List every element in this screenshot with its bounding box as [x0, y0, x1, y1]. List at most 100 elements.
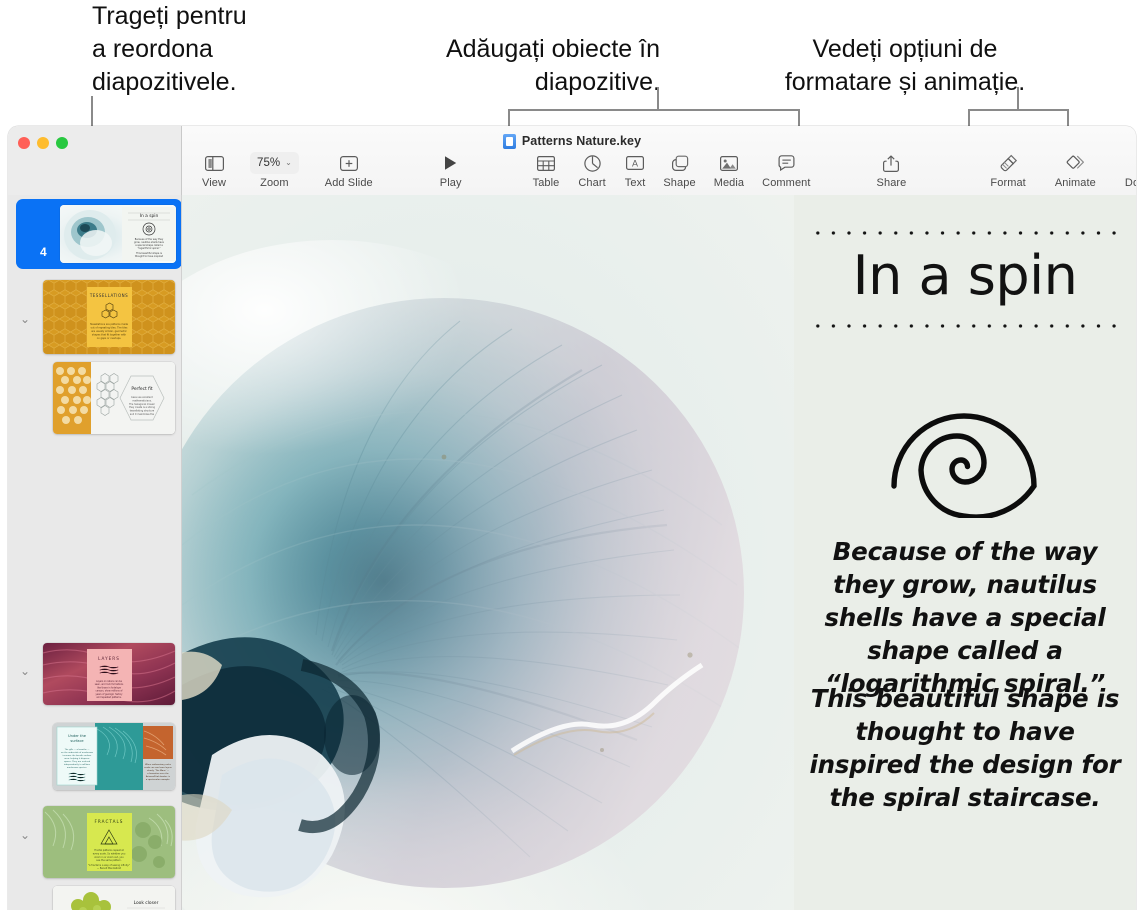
toolbar-label-format: Format [990, 177, 1025, 189]
document-title: Patterns Nature.key [522, 134, 641, 148]
animate-diamonds-icon [1065, 152, 1086, 174]
chart-pie-icon [584, 152, 601, 174]
slide-thumbnail-10[interactable]: Look closer Romanesco broccoli is found … [53, 886, 175, 910]
slide-thumbnail-selected-frame[interactable]: In a spin Because of the way they grow, … [16, 199, 182, 269]
svg-text:a spectacular example.: a spectacular example. [146, 778, 171, 781]
toolbar-label-comment: Comment [762, 177, 810, 189]
close-button[interactable] [18, 137, 30, 149]
slide-body-paragraph-2[interactable]: This beautiful shape is thought to have … [808, 682, 1122, 814]
toolbar-button-media[interactable]: Media [714, 150, 744, 189]
slide-thumbnail-7[interactable]: LAYERS Layers in nature can be seen, and… [43, 643, 175, 705]
slide-thumbnail-4[interactable]: In a spin Because of the way they grow, … [60, 205, 176, 263]
chevron-down-icon-7[interactable]: ⌄ [19, 665, 31, 677]
toolbar-label-share: Share [877, 177, 907, 189]
svg-text:clearly. 'The Wave' —: clearly. 'The Wave' — [147, 769, 169, 772]
svg-text:thought to have inspired: thought to have inspired [135, 255, 164, 258]
zoom-value: 75% [257, 157, 280, 169]
zoom-popup-button[interactable]: 75% ⌄ [250, 152, 299, 174]
toolbar-button-comment[interactable]: Comment [762, 150, 810, 189]
sidebar-icon [205, 152, 224, 174]
dotted-divider-bottom [810, 324, 1122, 328]
toolbar-button-format[interactable]: Format [990, 150, 1025, 189]
leader-bracket-right-add-objects [798, 109, 800, 127]
toolbar-label-chart: Chart [578, 177, 605, 189]
svg-text:— Benoit Mandelbrot: — Benoit Mandelbrot [97, 867, 121, 870]
toolbar-button-share[interactable]: Share [877, 150, 907, 189]
slide-navigator[interactable]: In a spin Because of the way they grow, … [8, 195, 182, 910]
toolbar-button-animate[interactable]: Animate [1055, 150, 1096, 189]
text-box-icon: A [626, 152, 644, 174]
slide-canvas[interactable]: In a spin Because of the way they grow, … [182, 195, 1136, 910]
leader-bracket-top-format-animate [968, 109, 1069, 111]
slide-title[interactable]: In a spin [794, 245, 1136, 307]
chevron-down-icon-5[interactable]: ⌄ [19, 313, 31, 325]
svg-text:on the underside of mushroom: on the underside of mushroom [61, 751, 93, 754]
svg-text:A: A [632, 158, 638, 168]
share-upload-icon [883, 152, 899, 174]
leader-bracket-left-format-animate [968, 109, 970, 127]
leader-stem-add-objects [657, 87, 659, 110]
slide-text-column[interactable]: In a spin Because of the way they grow, … [794, 195, 1136, 910]
toolbar-button-text[interactable]: A Text [625, 150, 646, 189]
svg-text:mushroom species.: mushroom species. [67, 766, 88, 769]
svg-text:FRACTALS: FRACTALS [95, 819, 124, 824]
paintbrush-icon [999, 152, 1018, 174]
dotted-divider-top [810, 231, 1122, 235]
comment-bubble-icon [778, 152, 795, 174]
keynote-document-icon [503, 134, 516, 149]
spiral-icon[interactable] [794, 375, 1136, 520]
svg-text:no gaps or overlaps.: no gaps or overlaps. [97, 337, 122, 340]
toolbar-label-zoom: Zoom [260, 177, 289, 189]
svg-text:The gills — a breathe —: The gills — a breathe — [65, 748, 90, 751]
svg-text:spores. They are evolved: spores. They are evolved [64, 760, 91, 763]
toolbar-button-play[interactable]: Play [440, 150, 462, 189]
toolbar-button-add-slide[interactable]: Add Slide [325, 150, 373, 189]
plus-box-icon [340, 152, 358, 174]
svg-text:LAYERS: LAYERS [98, 656, 120, 661]
svg-text:Look closer: Look closer [134, 900, 159, 906]
leader-stem-format-animate [1017, 87, 1019, 110]
svg-text:and repeated patterns.: and repeated patterns. [96, 696, 122, 699]
leader-bracket-right-format-animate [1067, 109, 1069, 127]
chevron-down-icon: ⌄ [285, 159, 292, 167]
nautilus-shell-photo[interactable] [182, 195, 794, 910]
toolbar-zoom-control[interactable]: 75% ⌄ Zoom [250, 150, 299, 189]
toolbar-button-chart[interactable]: Chart [578, 150, 605, 189]
leader-bracket-top-add-objects [508, 109, 800, 111]
minimize-button[interactable] [37, 137, 49, 149]
titlebar-sidebar-region [8, 126, 182, 195]
svg-text:erode, we can learn layers: erode, we can learn layers [144, 766, 172, 769]
window-titlebar[interactable]: Patterns Nature.key View 75% ⌄ [8, 126, 1136, 195]
toolbar-label-view: View [202, 177, 226, 189]
content-area: In a spin Because of the way they grow, … [8, 195, 1136, 910]
toolbar-label-animate: Animate [1055, 177, 1096, 189]
toolbar-button-document[interactable]: Document [1125, 150, 1136, 189]
chevron-down-icon-9[interactable]: ⌄ [19, 829, 31, 841]
keynote-window: Patterns Nature.key View 75% ⌄ [8, 126, 1136, 910]
svg-text:independently in millions: independently in millions [64, 763, 90, 766]
toolbar-label-play: Play [440, 177, 462, 189]
media-image-icon [720, 152, 738, 174]
zoom-button[interactable] [56, 137, 68, 149]
slide-4-editable[interactable]: In a spin Because of the way they grow, … [182, 195, 1136, 910]
toolbar-label-shape: Shape [663, 177, 695, 189]
slide-thumbnail-5[interactable]: TESSELLATIONS Tessellations are patterns… [43, 280, 175, 354]
slide-thumbnail-8[interactable]: Under the surface The gills — a breathe … [53, 723, 175, 790]
toolbar-button-shape[interactable]: Shape [663, 150, 695, 189]
toolbar-button-table[interactable]: Table [533, 150, 560, 189]
slide-thumbnail-6[interactable]: Perfect fit bees use excellent mathemati… [53, 362, 175, 434]
table-icon [537, 152, 555, 174]
toolbar-label-media: Media [714, 177, 744, 189]
leader-bracket-left-add-objects [508, 109, 510, 127]
slide-body-paragraph-1[interactable]: Because of the way they grow, nautilus s… [808, 535, 1122, 700]
toolbar-label-document: Document [1125, 177, 1136, 189]
svg-text:TESSELLATIONS: TESSELLATIONS [89, 293, 128, 298]
toolbar-button-view[interactable]: View [202, 150, 226, 189]
svg-text:surface: surface [70, 739, 84, 743]
toolbar-label-table: Table [533, 177, 560, 189]
svg-text:increase the breath surface: increase the breath surface [63, 754, 92, 757]
svg-text:Arizona/Utah border, is: Arizona/Utah border, is [146, 775, 170, 778]
toolbar-label-text: Text [625, 177, 646, 189]
slide-thumbnail-9[interactable]: FRACTALS Fractal patterns repeat at ever… [43, 806, 175, 878]
toolbar-label-add-slide: Add Slide [325, 177, 373, 189]
